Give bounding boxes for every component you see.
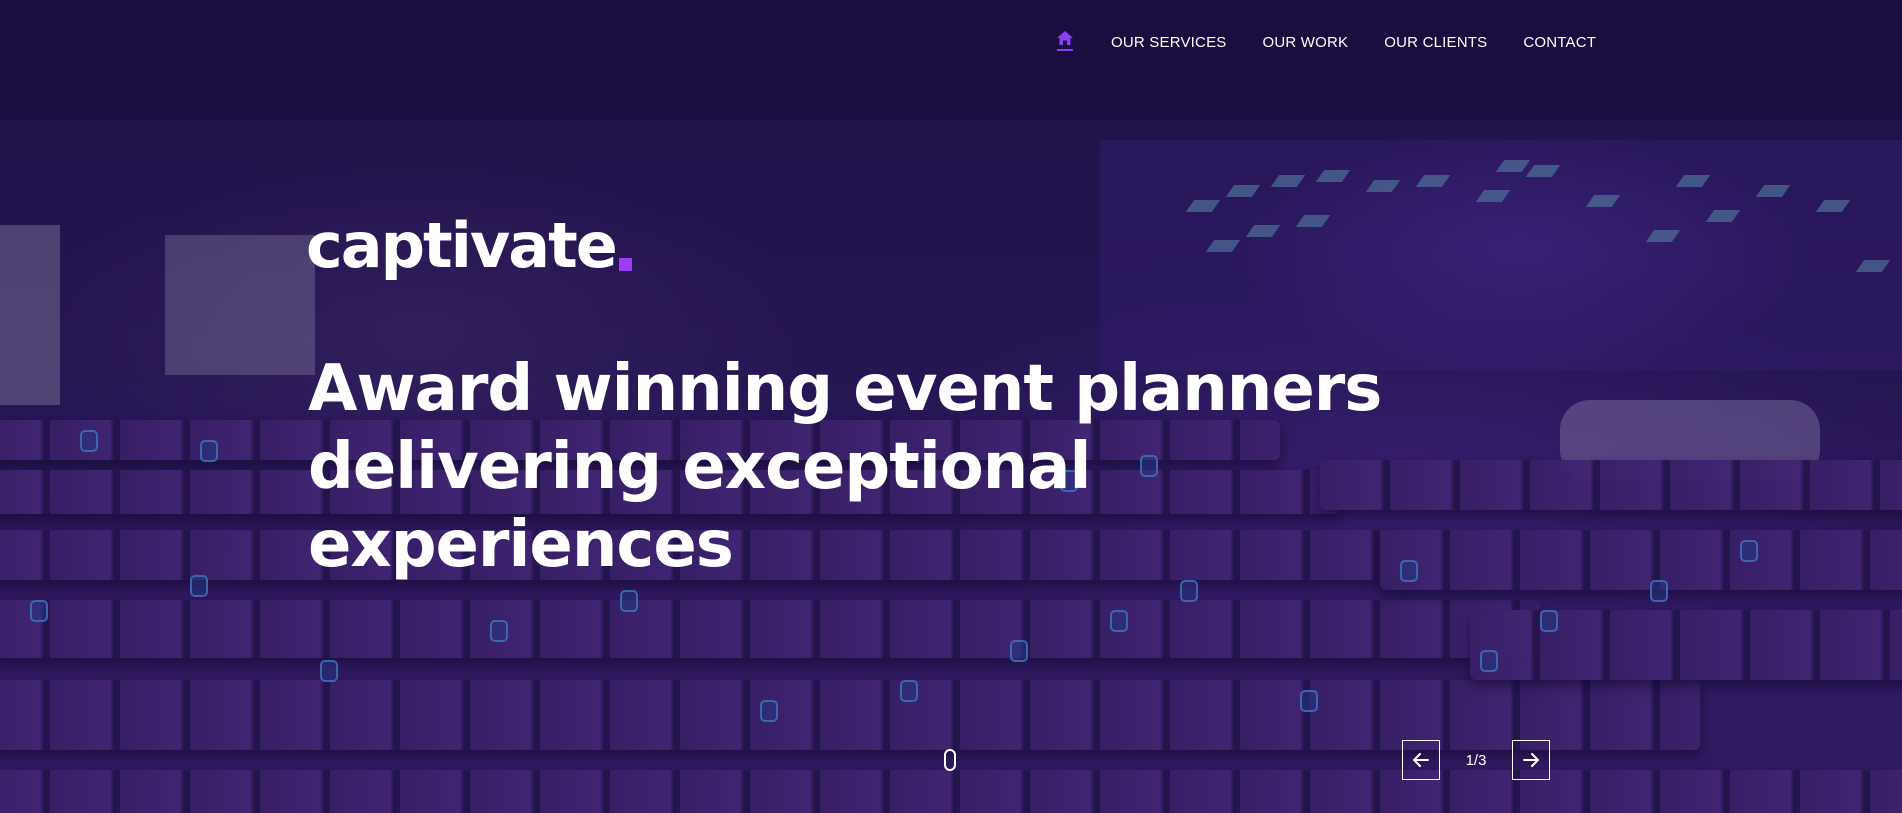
active-indicator [1057, 49, 1073, 51]
headline-line-2: delivering exceptional [308, 430, 1091, 504]
arrow-left-icon [1413, 753, 1429, 767]
headline-highlight-purple: experiences [308, 506, 734, 584]
slider-next-button[interactable] [1512, 740, 1550, 780]
nav-item-our-work[interactable]: OUR WORK [1263, 34, 1349, 51]
arrow-right-icon [1523, 753, 1539, 767]
slide-counter: 1/3 [1465, 751, 1487, 769]
nav-item-our-services[interactable]: OUR SERVICES [1111, 34, 1227, 51]
nav-item-contact[interactable]: CONTACT [1523, 34, 1596, 51]
main-nav: OUR SERVICES OUR WORK OUR CLIENTS CONTAC… [1055, 30, 1596, 54]
logo-accent-dot [618, 258, 632, 271]
mouse-scroll-icon[interactable] [944, 749, 956, 771]
hero-section: OUR SERVICES OUR WORK OUR CLIENTS CONTAC… [0, 0, 1902, 813]
headline-line-1: Award winning event planners [308, 352, 1382, 426]
hero-headline: Award winning event planners delivering … [308, 350, 1382, 584]
nav-item-our-clients[interactable]: OUR CLIENTS [1384, 34, 1487, 51]
slider-prev-button[interactable] [1402, 740, 1440, 780]
headline-highlight-blue: delivering exceptional [308, 428, 1091, 506]
nav-home-link[interactable] [1055, 30, 1075, 54]
logo-text: captivate [306, 209, 618, 282]
slider-controls: 1/3 [1402, 740, 1550, 780]
brand-logo[interactable]: captivate [306, 215, 632, 277]
home-icon [1057, 31, 1073, 45]
headline-line-3: experiences [308, 508, 734, 582]
